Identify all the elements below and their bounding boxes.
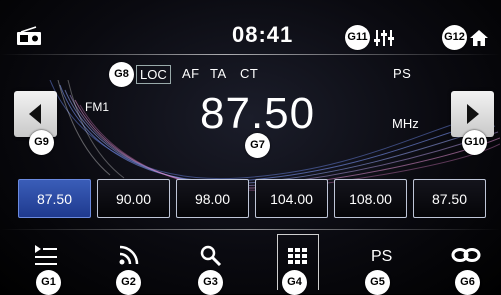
preset-button-6[interactable]: 87.50 — [413, 179, 486, 218]
frequency-display: 87.50 — [200, 89, 316, 138]
radio-screen: 08:41 LOC AF TA CT PS FM1 87.50 MHz 87.5… — [0, 0, 501, 295]
ct-flag: CT — [240, 66, 259, 81]
callout-g12: G12 — [442, 25, 467, 50]
band-label: FM1 — [85, 100, 109, 114]
callout-g2: G2 — [116, 270, 141, 295]
preset-button-4[interactable]: 104.00 — [255, 179, 328, 218]
bottom-divider — [0, 229, 501, 230]
equalizer-icon[interactable] — [373, 28, 395, 48]
af-flag: AF — [182, 66, 200, 81]
grid-icon — [288, 248, 307, 264]
radio-source-icon[interactable] — [16, 26, 42, 46]
search-icon[interactable] — [199, 244, 223, 266]
callout-g9: G9 — [29, 130, 54, 155]
callout-g7: G7 — [245, 133, 270, 158]
preset-button-5[interactable]: 108.00 — [334, 179, 407, 218]
callout-g4: G4 — [282, 270, 307, 295]
preset-button-3[interactable]: 98.00 — [176, 179, 249, 218]
preset-button-2[interactable]: 90.00 — [97, 179, 170, 218]
frequency-unit: MHz — [392, 116, 419, 131]
callout-g3: G3 — [198, 270, 223, 295]
preset-button-1[interactable]: 87.50 — [18, 179, 91, 218]
callout-g11: G11 — [345, 25, 370, 50]
ps-button[interactable]: PS — [371, 248, 392, 266]
scan-icon[interactable] — [118, 244, 142, 266]
ta-flag: TA — [210, 66, 227, 81]
ps-flag: PS — [393, 66, 412, 81]
callout-g10: G10 — [462, 130, 487, 155]
loop-icon[interactable] — [451, 244, 481, 266]
callout-g1: G1 — [36, 270, 61, 295]
callout-g8: G8 — [109, 62, 134, 87]
clock: 08:41 — [232, 22, 294, 47]
list-icon[interactable] — [34, 244, 58, 266]
top-divider — [0, 54, 501, 55]
callout-g5: G5 — [365, 270, 390, 295]
home-icon[interactable] — [469, 28, 489, 48]
callout-g6: G6 — [455, 270, 480, 295]
